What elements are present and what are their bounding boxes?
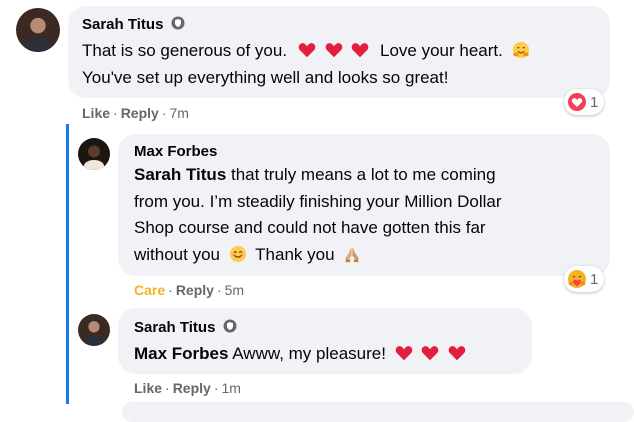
comment-text-line: Love your heart. xyxy=(380,41,503,60)
heart-emoji-icon xyxy=(351,43,369,58)
heart-emoji-icon xyxy=(325,43,342,58)
reaction-count: 1 xyxy=(590,270,599,288)
timestamp[interactable]: 5m xyxy=(225,282,244,298)
comment-author[interactable]: Sarah Titus xyxy=(134,319,237,336)
comment-text: Sarah Titus that truly means a lot to me… xyxy=(134,163,496,187)
hugging-face-emoji-icon xyxy=(512,41,529,59)
comment-text-line: You've set up everything well and looks … xyxy=(82,68,449,87)
comment-text-line: that truly means a lot to me coming xyxy=(226,165,496,184)
like-link[interactable]: Like xyxy=(82,105,110,121)
smiling-face-emoji-icon xyxy=(229,245,246,263)
comment-author[interactable]: Sarah Titus xyxy=(82,16,185,33)
care-reaction-icon xyxy=(568,270,586,288)
avatar[interactable] xyxy=(78,314,110,346)
comment-text-line: without you xyxy=(134,245,220,264)
reaction-summary[interactable]: 1 xyxy=(564,266,605,292)
heart-emoji-icon xyxy=(395,346,412,361)
avatar[interactable] xyxy=(78,138,110,170)
comment-text: Max Forbes Awww, my pleasure! xyxy=(134,342,468,366)
comment-actions: Like · Reply · 1m xyxy=(134,380,241,396)
heart-emoji-icon xyxy=(298,43,316,58)
reply-link[interactable]: Reply xyxy=(121,105,159,121)
timestamp[interactable]: 7m xyxy=(169,105,188,121)
shield-badge-icon xyxy=(223,319,237,333)
comment-text: without you Thank you xyxy=(134,243,361,267)
comment-actions: Care · Reply · 5m xyxy=(134,282,245,298)
shield-badge-icon xyxy=(171,16,185,30)
comment-actions: Like · Reply · 7m xyxy=(82,105,189,121)
reaction-summary[interactable]: 1 xyxy=(564,89,605,115)
thread-connector-line xyxy=(66,124,69,404)
heart-emoji-icon xyxy=(448,346,466,361)
mention-link[interactable]: Sarah Titus xyxy=(134,165,226,184)
reply-link[interactable]: Reply xyxy=(173,380,211,396)
reaction-count: 1 xyxy=(590,93,599,111)
comment-text-line: Shop course and could not have gotten th… xyxy=(134,218,486,237)
reply-link[interactable]: Reply xyxy=(176,282,214,298)
comment-text-line: That is so generous of you. xyxy=(82,41,288,60)
timestamp[interactable]: 1m xyxy=(221,380,240,396)
like-link[interactable]: Like xyxy=(134,380,162,396)
mention-link[interactable]: Max Forbes xyxy=(134,344,228,363)
comment-text-line: Awww, my pleasure! xyxy=(228,344,386,363)
reply-input-bubble[interactable] xyxy=(122,402,634,422)
author-name[interactable]: Sarah Titus xyxy=(134,319,215,336)
comment-text-line: Thank you xyxy=(255,245,335,264)
comment-text-line: from you. I’m steadily finishing your Mi… xyxy=(134,192,502,211)
heart-emoji-icon xyxy=(422,346,439,361)
comment-text: That is so generous of you. Love your he… xyxy=(82,39,530,63)
care-link[interactable]: Care xyxy=(134,282,165,298)
author-name[interactable]: Max Forbes xyxy=(134,143,217,160)
avatar[interactable] xyxy=(16,8,60,52)
folded-hands-emoji-icon xyxy=(345,246,360,263)
love-reaction-icon xyxy=(568,93,586,111)
author-name[interactable]: Sarah Titus xyxy=(82,16,163,33)
